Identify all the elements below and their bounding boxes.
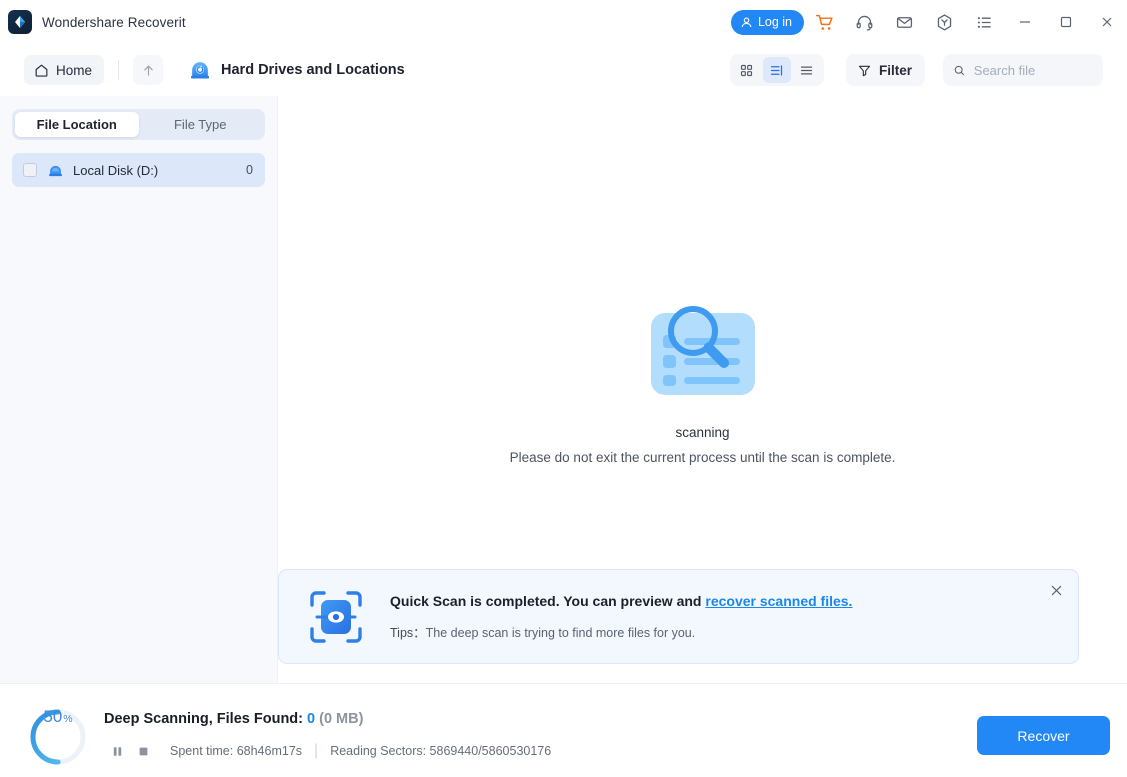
user-icon <box>741 17 752 27</box>
cart-icon[interactable] <box>804 0 844 44</box>
close-icon[interactable] <box>1086 0 1127 44</box>
pause-icon <box>113 746 121 756</box>
tab-file-location-label: File Location <box>36 117 117 132</box>
disk-label: Local Disk (D:) <box>73 162 159 178</box>
filter-button[interactable]: Filter <box>845 54 925 86</box>
banner-close-button[interactable] <box>1042 576 1070 604</box>
tab-file-type-label: File Type <box>173 117 227 132</box>
reading-sectors: Reading Sectors: 5869440/5860530176 <box>330 744 552 758</box>
banner-headline-text: Quick Scan is completed. You can preview… <box>390 592 702 609</box>
filter-label: Filter <box>878 62 912 78</box>
title-bar: Wondershare Recoverit Log in <box>0 0 1127 44</box>
scan-controls: Spent time: 68h46m17s | Reading Sectors:… <box>104 741 551 761</box>
recover-scanned-files-link[interactable]: recover scanned files. <box>705 593 852 609</box>
view-mode-group <box>729 54 824 86</box>
sidebar-tabs: File Location File Type <box>12 109 265 140</box>
detail-list-icon <box>771 64 783 76</box>
banner-headline: Quick Scan is completed. You can preview… <box>390 593 852 609</box>
banner-tips-text: The deep scan is trying to find more fil… <box>425 625 696 640</box>
scanning-magnifier-icon <box>650 306 755 395</box>
files-found-count: 0 <box>307 711 316 727</box>
login-button[interactable]: Log in <box>730 9 804 35</box>
disk-count: 0 <box>246 163 253 177</box>
home-label: Home <box>56 62 93 78</box>
wondershare-diamond-logo <box>8 10 32 34</box>
pause-button[interactable] <box>104 741 130 761</box>
quick-scan-banner: Quick Scan is completed. You can preview… <box>278 569 1079 664</box>
scan-status-text: scanning <box>675 425 730 440</box>
search-input[interactable] <box>973 62 1093 78</box>
status-bar <box>0 683 1127 777</box>
page-title: Hard Drives and Locations <box>221 62 405 78</box>
arrow-up-icon <box>143 65 153 76</box>
toolbar: Home Hard Drives and Locations Filter Se… <box>0 44 1127 96</box>
list-icon <box>801 66 813 74</box>
navigate-up-button[interactable] <box>133 55 164 85</box>
grid-view-button[interactable] <box>733 57 761 83</box>
scanning-placeholder: scanning Please do not exit the current … <box>278 301 1127 465</box>
app-title: Wondershare Recoverit <box>42 14 186 30</box>
home-button[interactable]: Home <box>24 55 105 85</box>
hard-drive-icon <box>190 62 210 79</box>
files-found-size: (0 MB) <box>315 711 364 727</box>
search-icon <box>954 65 965 75</box>
funnel-icon <box>858 65 871 76</box>
status-separator: | <box>314 742 319 759</box>
scan-summary-prefix: Deep Scanning, Files Found: <box>104 711 308 727</box>
detail-view-button[interactable] <box>762 57 791 83</box>
tab-file-type[interactable]: File Type <box>139 112 263 137</box>
disk-checkbox[interactable] <box>23 163 37 177</box>
maximize-icon[interactable] <box>1045 0 1086 44</box>
stop-icon <box>139 747 147 755</box>
titlebar-actions: Log in <box>730 0 1127 44</box>
scan-summary: Deep Scanning, Files Found: 0 (0 MB) <box>104 711 363 727</box>
progress-percent: 50 % <box>28 707 88 767</box>
home-icon <box>35 64 48 77</box>
main-content: scanning Please do not exit the current … <box>278 96 1127 683</box>
list-menu-icon[interactable] <box>964 0 1004 44</box>
headset-icon[interactable] <box>844 0 884 44</box>
progress-percent-symbol: % <box>63 713 73 725</box>
mail-icon[interactable] <box>884 0 924 44</box>
scan-preview-eye-icon <box>310 590 362 643</box>
sidebar-item-local-disk-d[interactable]: Local Disk (D:) 0 <box>12 153 265 187</box>
login-label: Log in <box>757 15 792 29</box>
spent-time: Spent time: 68h46m17s <box>170 744 303 758</box>
search-box[interactable] <box>943 54 1103 86</box>
minimize-icon[interactable] <box>1004 0 1045 44</box>
scan-hint-text: Please do not exit the current process u… <box>509 450 896 465</box>
banner-tips-label: Tips： <box>390 625 426 640</box>
stop-button[interactable] <box>130 741 156 761</box>
tab-file-location[interactable]: File Location <box>15 112 139 137</box>
banner-tips: Tips：The deep scan is trying to find mor… <box>390 622 852 641</box>
grid-icon <box>741 64 753 76</box>
list-view-button[interactable] <box>793 57 821 83</box>
disk-icon <box>49 165 62 176</box>
recover-button[interactable]: Recover <box>977 716 1110 755</box>
toolbar-divider <box>118 60 120 80</box>
progress-percent-value: 50 <box>43 707 63 726</box>
sidebar: File Location File Type Local Disk (D:) … <box>0 96 278 683</box>
hexagon-y-icon[interactable] <box>924 0 964 44</box>
banner-text: Quick Scan is completed. You can preview… <box>390 593 852 641</box>
